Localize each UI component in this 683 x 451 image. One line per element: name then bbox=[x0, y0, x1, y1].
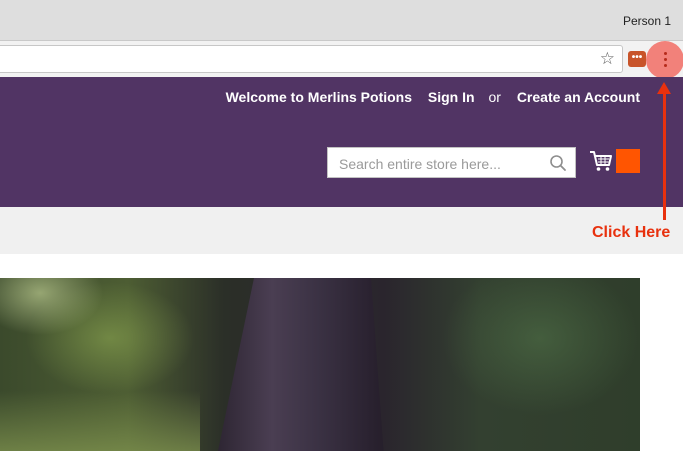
search-box bbox=[327, 147, 576, 179]
navigation-bar bbox=[0, 207, 683, 254]
extension-icon[interactable]: ••• bbox=[628, 51, 646, 67]
browser-toolbar: ☆ bbox=[0, 41, 683, 77]
sign-in-link[interactable]: Sign In bbox=[428, 89, 475, 105]
header-links: Welcome to Merlins Potions Sign In or Cr… bbox=[214, 89, 640, 105]
hero-grass bbox=[0, 391, 200, 451]
hero-forest-image bbox=[0, 278, 640, 451]
store-header: Welcome to Merlins Potions Sign In or Cr… bbox=[0, 77, 683, 207]
search-input[interactable] bbox=[337, 148, 551, 179]
welcome-message: Welcome to Merlins Potions bbox=[225, 89, 413, 105]
or-separator: or bbox=[488, 89, 501, 105]
profile-name[interactable]: Person 1 bbox=[623, 14, 671, 28]
address-bar[interactable]: ☆ bbox=[0, 45, 623, 73]
hero-tree-trunk bbox=[218, 278, 384, 451]
kebab-menu-icon[interactable] bbox=[664, 52, 667, 68]
cart-counter-badge[interactable] bbox=[616, 149, 640, 173]
cart-icon[interactable] bbox=[589, 150, 613, 172]
annotation-arrow-line bbox=[663, 90, 666, 220]
star-icon[interactable]: ☆ bbox=[600, 49, 615, 69]
create-account-link[interactable]: Create an Account bbox=[517, 89, 640, 105]
browser-titlebar: Person 1 bbox=[0, 0, 683, 41]
annotation-label: Click Here bbox=[592, 224, 671, 241]
search-icon[interactable] bbox=[549, 154, 567, 172]
